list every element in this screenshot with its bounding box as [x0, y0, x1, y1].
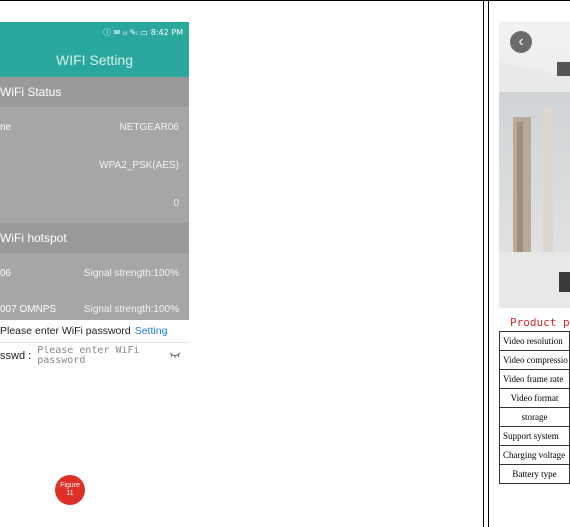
wifi-hotspot-header-label: WiFi hotspot	[0, 231, 67, 245]
table-row: storage	[499, 407, 570, 427]
hotspot-row[interactable]: 06 Signal strength:100%	[0, 253, 189, 293]
password-label: sswd :	[0, 350, 32, 362]
password-placeholder: Please enter WiFi password	[37, 346, 140, 366]
column-divider-right	[488, 0, 489, 527]
wifi-hotspot-header: WiFi hotspot	[0, 223, 189, 253]
spec-label: Charging voltage	[499, 445, 570, 465]
spec-label: Video format	[499, 388, 570, 408]
top-border	[0, 0, 570, 1]
table-row: Video resolution	[499, 331, 570, 351]
chevron-left-icon: ‹	[518, 33, 524, 50]
dimmed-content: WiFi Status ne NETGEAR06 WPA2_PSK(AES) 0…	[0, 77, 189, 322]
product-photo-image	[499, 22, 570, 308]
table-row: Video format	[499, 388, 570, 408]
spec-label: storage	[499, 407, 570, 427]
status-icons: ⓘ ✉ ᵢₗₗ ✎ᵢ ▭	[103, 27, 148, 37]
hotspot-row[interactable]: 007 OMNPS Signal strength:100%	[0, 293, 189, 315]
spec-table: Video resolution Video compressio Video …	[499, 331, 570, 484]
spec-label: Battery type	[499, 464, 570, 484]
figure-badge: Figure 11	[55, 475, 85, 505]
table-row: Video compressio	[499, 350, 570, 370]
app-title: WIFI Setting	[0, 42, 189, 77]
spec-label: Video compressio	[499, 350, 570, 370]
status-row-value: 0	[173, 197, 179, 209]
product-parameters-title: Product pa	[510, 316, 570, 329]
wifi-status-header: WiFi Status	[0, 77, 189, 107]
spec-label: Video frame rate	[499, 369, 570, 389]
dialog-prompt: Please enter WiFi password	[0, 325, 131, 337]
status-row-name: ne NETGEAR06	[0, 107, 189, 147]
password-dialog: Please enter WiFi password Setting sswd …	[0, 320, 189, 366]
password-row: sswd : Please enter WiFi password	[0, 345, 189, 366]
status-time: 8:42 PM	[150, 27, 183, 37]
figure-badge-label: Figure	[60, 482, 80, 489]
table-row: Battery type	[499, 464, 570, 484]
spec-label: Support system	[499, 426, 570, 446]
hotspot-signal: Signal strength:100%	[83, 304, 179, 315]
hotspot-name: 06	[0, 267, 12, 279]
password-input[interactable]: Please enter WiFi password	[37, 346, 167, 366]
wifi-status-header-label: WiFi Status	[0, 85, 62, 99]
figure-badge-number: 11	[66, 490, 74, 497]
status-row-security: WPA2_PSK(AES)	[0, 147, 189, 183]
dialog-header: Please enter WiFi password Setting	[0, 320, 189, 343]
status-row-value: WPA2_PSK(AES)	[99, 159, 179, 171]
spec-label: Video resolution	[499, 331, 570, 351]
status-row-label: ne	[0, 121, 12, 133]
table-row: Video frame rate	[499, 369, 570, 389]
column-divider-left	[483, 0, 484, 527]
setting-link[interactable]: Setting	[135, 325, 168, 337]
back-button[interactable]: ‹	[510, 31, 532, 53]
status-row-value: NETGEAR06	[119, 121, 179, 133]
phone-screenshot: ⓘ ✉ ᵢₗₗ ✎ᵢ ▭ 8:42 PM WIFI Setting WiFi S…	[0, 22, 189, 366]
table-row: Support system	[499, 426, 570, 446]
table-row: Charging voltage	[499, 445, 570, 465]
hotspot-signal: Signal strength:100%	[83, 267, 179, 279]
eye-closed-icon[interactable]	[169, 351, 181, 361]
status-row-channel: 0	[0, 183, 189, 223]
status-bar: ⓘ ✉ ᵢₗₗ ✎ᵢ ▭ 8:42 PM	[0, 22, 189, 42]
hotspot-name: 007 OMNPS	[0, 304, 57, 315]
product-photo: ‹	[499, 22, 570, 308]
